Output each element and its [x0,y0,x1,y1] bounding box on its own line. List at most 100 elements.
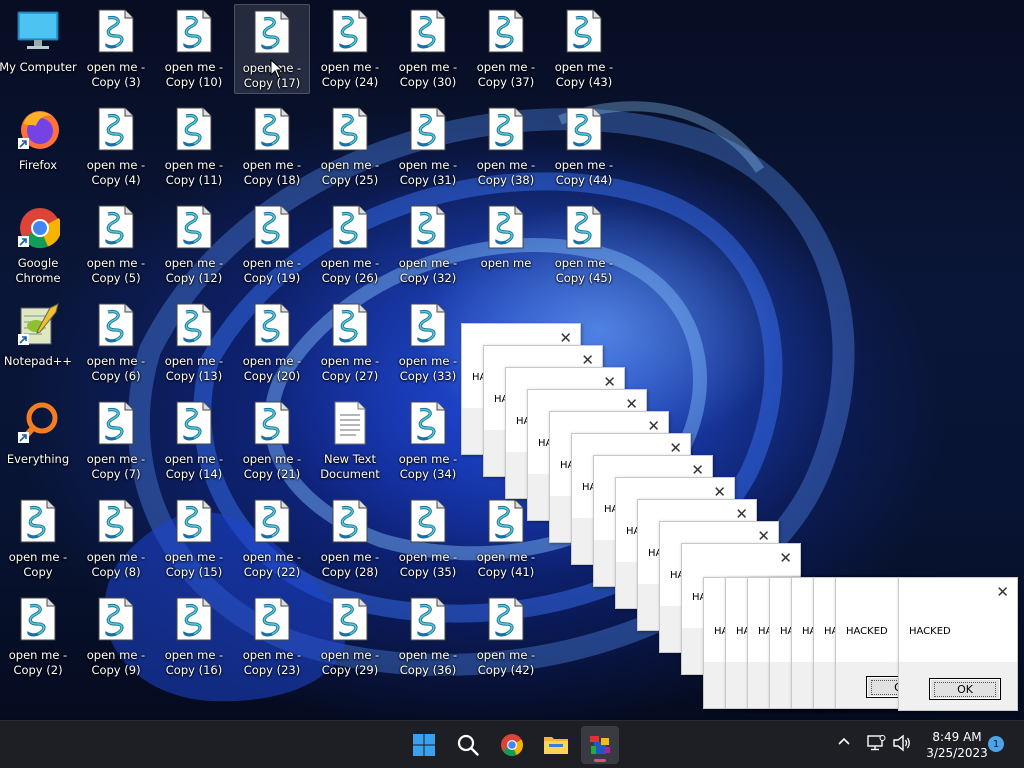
desktop-shortcut-label: open me - Copy [8,550,68,579]
desktop-shortcut[interactable]: open me - Copy (26) [312,200,388,290]
desktop-shortcut-label: open me - Copy (29) [320,648,380,677]
computer-icon [16,8,60,54]
desktop-shortcut-label: open me - Copy (3) [86,60,146,89]
desktop-shortcut[interactable]: Everything [0,396,76,486]
search-button[interactable] [449,726,487,764]
script-file-icon [328,204,372,250]
desktop-shortcut[interactable]: open me - Copy (11) [156,102,232,192]
desktop-shortcut[interactable]: open me - Copy (36) [390,592,466,682]
desktop-shortcut-label: New Text Document [320,452,380,481]
desktop-shortcut[interactable]: open me - Copy (23) [234,592,310,682]
desktop-shortcut[interactable]: open me - Copy (24) [312,4,388,94]
taskbar: 8:49 AM 3/25/2023 [0,720,1024,768]
desktop-shortcut-label: open me - Copy (30) [398,60,458,89]
desktop-shortcut-label: open me - Copy (8) [86,550,146,579]
desktop-shortcut-label: open me - Copy (44) [554,158,614,187]
desktop-shortcut[interactable]: open me - Copy (13) [156,298,232,388]
script-file-icon [406,106,450,152]
desktop-shortcut[interactable]: open me - Copy (44) [546,102,622,192]
desktop-shortcut[interactable]: open me - Copy (18) [234,102,310,192]
desktop-shortcut-label: open me - Copy (13) [164,354,224,383]
desktop-shortcut[interactable]: open me - Copy (2) [0,592,76,682]
desktop-shortcut[interactable]: open me - Copy (5) [78,200,154,290]
desktop[interactable]: My Computer Firefox Google Chrome Notepad++… [0,0,1024,720]
desktop-shortcut[interactable]: open me - Copy (17) [234,4,310,94]
desktop-shortcut-label: open me - Copy (22) [242,550,302,579]
script-file-icon [406,498,450,544]
desktop-shortcut[interactable]: open me - Copy (8) [78,494,154,584]
desktop-shortcut[interactable]: open me - Copy (27) [312,298,388,388]
desktop-shortcut[interactable]: open me - Copy (3) [78,4,154,94]
desktop-shortcut-label: open me - Copy (12) [164,256,224,285]
desktop-shortcut[interactable]: open me - Copy (6) [78,298,154,388]
notification-badge[interactable]: 1 [988,736,1004,752]
desktop-shortcut[interactable]: open me - Copy (16) [156,592,232,682]
desktop-shortcut[interactable]: open me - Copy (12) [156,200,232,290]
script-file-icon [406,204,450,250]
desktop-shortcut-label: open me - Copy (45) [554,256,614,285]
desktop-shortcut[interactable]: open me - Copy (19) [234,200,310,290]
desktop-shortcut-label: open me - Copy (32) [398,256,458,285]
desktop-shortcut[interactable]: open me - Copy (21) [234,396,310,486]
desktop-shortcut-label: open me - Copy (31) [398,158,458,187]
script-file-icon [562,106,606,152]
desktop-shortcut-label: Everything [6,452,70,466]
desktop-shortcut[interactable]: open me - Copy (14) [156,396,232,486]
network-icon-button[interactable] [866,734,886,756]
close-icon[interactable]: ✕ [996,583,1009,601]
chrome-taskbar-button[interactable] [493,726,531,764]
desktop-shortcut[interactable]: open me - Copy (10) [156,4,232,94]
desktop-shortcut[interactable]: open me - Copy (7) [78,396,154,486]
desktop-shortcut[interactable]: open me - Copy (25) [312,102,388,192]
desktop-shortcut[interactable]: open me - Copy (9) [78,592,154,682]
script-file-icon [328,106,372,152]
desktop-shortcut[interactable]: open me - Copy [0,494,76,584]
desktop-shortcut[interactable]: open me - Copy (15) [156,494,232,584]
desktop-shortcut[interactable]: open me - Copy (38) [468,102,544,192]
everything-icon [16,400,60,446]
desktop-shortcut[interactable]: open me - Copy (28) [312,494,388,584]
dialog-titlebar[interactable]: ✕ [682,544,800,572]
volume-button[interactable] [892,734,912,756]
desktop-shortcut-label: open me - Copy (25) [320,158,380,187]
desktop-shortcut[interactable]: open me - Copy (32) [390,200,466,290]
script-file-icon [172,204,216,250]
desktop-shortcut[interactable]: open me - Copy (37) [468,4,544,94]
file-explorer-button[interactable] [537,726,575,764]
desktop-shortcut-label: open me - Copy (36) [398,648,458,677]
desktop-shortcut[interactable]: open me - Copy (31) [390,102,466,192]
close-icon[interactable]: ✕ [779,549,792,567]
desktop-shortcut-label: open me - Copy (33) [398,354,458,383]
desktop-shortcut-label: open me [480,256,532,270]
desktop-shortcut-label: open me - Copy (4) [86,158,146,187]
desktop-shortcut[interactable]: open me - Copy (20) [234,298,310,388]
desktop-shortcut[interactable]: open me - Copy (30) [390,4,466,94]
desktop-shortcut[interactable]: open me - Copy (33) [390,298,466,388]
desktop-shortcut[interactable]: Notepad++ [0,298,76,388]
dialog-message: HACKED [899,606,1017,662]
script-file-icon [94,8,138,54]
desktop-shortcut-label: open me - Copy (34) [398,452,458,481]
dialog-titlebar[interactable]: ✕ [899,578,1017,606]
desktop-shortcut[interactable]: open me - Copy (43) [546,4,622,94]
desktop-shortcut[interactable]: open me - Copy (42) [468,592,544,682]
desktop-shortcut[interactable]: open me - Copy (22) [234,494,310,584]
desktop-shortcut[interactable]: open me [468,200,544,290]
script-file-icon [94,106,138,152]
desktop-shortcut[interactable]: open me - Copy (29) [312,592,388,682]
hacked-message-dialog[interactable]: ✕ HACKED OK [898,577,1018,711]
desktop-shortcut[interactable]: My Computer [0,4,77,94]
desktop-shortcut[interactable]: Google Chrome [0,200,76,290]
script-file-icon [16,596,60,642]
running-app-button[interactable] [581,726,619,764]
ok-button[interactable]: OK [929,678,1001,700]
desktop-shortcut[interactable]: New Text Document [312,396,388,486]
desktop-shortcut[interactable]: Firefox [0,102,76,192]
desktop-shortcut[interactable]: open me - Copy (4) [78,102,154,192]
desktop-shortcut[interactable]: open me - Copy (45) [546,200,622,290]
start-button[interactable] [405,726,443,764]
desktop-shortcut[interactable]: open me - Copy (35) [390,494,466,584]
desktop-shortcut[interactable]: open me - Copy (34) [390,396,466,486]
show-hidden-icons-button[interactable] [836,733,852,753]
clock[interactable]: 8:49 AM 3/25/2023 [925,729,989,761]
